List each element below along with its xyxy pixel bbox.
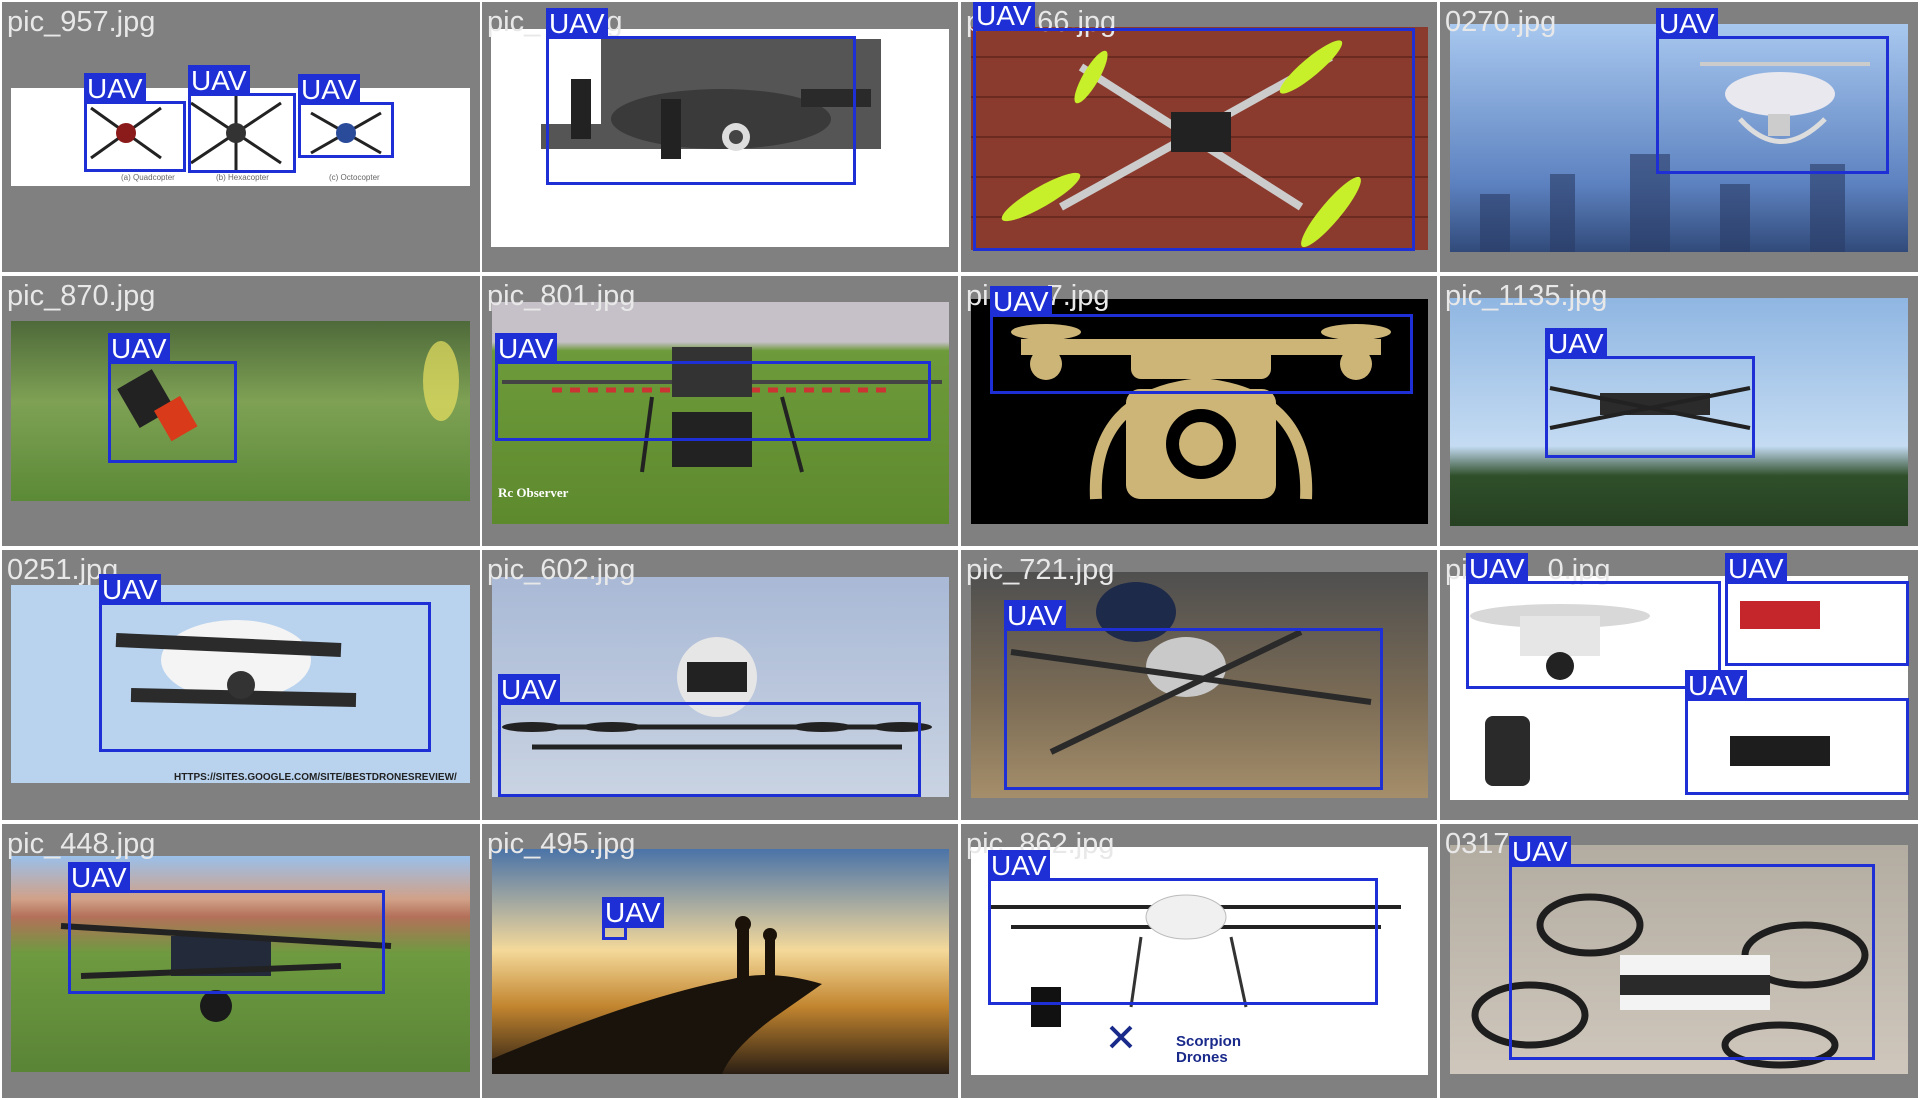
tile-pic-870: pic_870.jpg UAV [2, 276, 480, 546]
detection-label: UAV [1509, 836, 1571, 867]
tile-pic-partial-7: pi 7.jpg UAV [961, 276, 1437, 546]
watermark-caption: Rc Observer [498, 485, 569, 500]
detection-box: UAV [84, 73, 186, 172]
tile-filename: pic_448.jpg [7, 828, 156, 860]
detection-label: UAV [298, 74, 360, 105]
drone-icon [117, 341, 459, 442]
tile-pic-1135: pic_1135.jpg UAV [1440, 276, 1918, 546]
detection-box: UAV [495, 333, 931, 441]
tile-pic-unknown-1: pic_pg UAV [482, 2, 958, 272]
detection-label: UAV [1466, 553, 1528, 584]
watermark-caption: HTTPS://SITES.GOOGLE.COM/SITE/BESTDRONES… [174, 772, 457, 783]
detection-label: UAV [84, 73, 146, 104]
tile-pic-partial-66: p66.jpg UAV [961, 2, 1437, 272]
watermark-caption: Scorpion Drones [1176, 1033, 1242, 1066]
detection-results-grid: pic_957.jpg (a) Quadcopter (b) Hexacopte… [0, 0, 1920, 1100]
detection-label: UAV [68, 862, 130, 893]
tile-image [492, 849, 949, 1074]
svg-text:(b) Hexacopter: (b) Hexacopter [216, 173, 269, 182]
detection-label: UAV [498, 674, 560, 705]
tile-pic-801: pic_801.jpg Rc Observer UAV [482, 276, 958, 546]
tile-filename: pic_957.jpg [7, 6, 156, 38]
detection-label: UAV [988, 850, 1050, 881]
detection-label: UAV [188, 65, 250, 96]
detection-label: UAV [1004, 600, 1066, 631]
tile-filename: 0270.jpg [1445, 6, 1557, 38]
detection-box: UAV [1685, 670, 1909, 795]
detection-box: UAV [188, 65, 296, 173]
detection-label: UAV [973, 2, 1035, 31]
hikers-silhouette [492, 916, 822, 1074]
tile-pic-862: pic_862.jpg Scorpion Drones UAV [961, 824, 1437, 1098]
tile-filename: pic_1135.jpg [1445, 280, 1608, 312]
detection-box: UAV [602, 897, 664, 940]
tile-0251: 0251.jpg HTTPS://SITES.GOOGLE.COM/SITE/B… [2, 550, 480, 820]
detection-label: UAV [1725, 553, 1787, 584]
detection-label: UAV [1545, 328, 1607, 359]
tile-filename: pic_721.jpg [966, 554, 1115, 586]
detection-box: UAV [68, 862, 385, 994]
tile-filename: pic_801.jpg [487, 280, 636, 312]
detection-box: UAV [99, 574, 431, 752]
detection-label: UAV [99, 574, 161, 605]
tile-pic-448: pic_448.jpg UAV [2, 824, 480, 1098]
detection-box: UAV [298, 74, 394, 158]
tile-filename: pic_602.jpg [487, 554, 636, 586]
tile-filename: 0317 [1445, 828, 1510, 860]
detection-label: UAV [495, 333, 557, 364]
detection-label: UAV [602, 897, 664, 928]
tile-0317: 0317 UAV [1440, 824, 1918, 1098]
detection-box: UAV [1509, 836, 1875, 1060]
svg-text:(c) Octocopter: (c) Octocopter [329, 173, 380, 182]
detection-box: UAV [1545, 328, 1755, 458]
detection-label: UAV [990, 286, 1052, 317]
tile-filename: pic_495.jpg [487, 828, 636, 860]
tile-image [11, 321, 470, 501]
tile-pic-602: pic_602.jpg UAV [482, 550, 958, 820]
detection-label: UAV [1685, 670, 1747, 701]
detection-box: UAV [498, 674, 921, 797]
detection-box: UAV [1725, 553, 1909, 666]
tile-pic-957: pic_957.jpg (a) Quadcopter (b) Hexacopte… [2, 2, 480, 272]
tile-pic-721: pic_721.jpg UAV [961, 550, 1437, 820]
tile-pic-partial-0: pi 0.jpg UAV UAV UAV [1440, 550, 1918, 820]
detection-label: UAV [1656, 8, 1718, 39]
detection-box: UAV [1466, 553, 1721, 689]
detection-box: UAV [1004, 600, 1383, 790]
detection-box: UAV [988, 850, 1378, 1005]
tile-0270: 0270.jpg UAV [1440, 2, 1918, 272]
detection-box: UAV [973, 2, 1415, 251]
detection-label: UAV [108, 333, 170, 364]
detection-box: UAV [990, 286, 1413, 394]
tile-filename: pic_870.jpg [7, 280, 156, 312]
detection-box: UAV [108, 333, 237, 463]
detection-label: UAV [546, 8, 608, 39]
svg-text:(a) Quadcopter: (a) Quadcopter [121, 173, 175, 182]
tile-pic-495: pic_495.jpg UAV [482, 824, 958, 1098]
detection-box: UAV [546, 8, 856, 185]
detection-box: UAV [1656, 8, 1889, 174]
